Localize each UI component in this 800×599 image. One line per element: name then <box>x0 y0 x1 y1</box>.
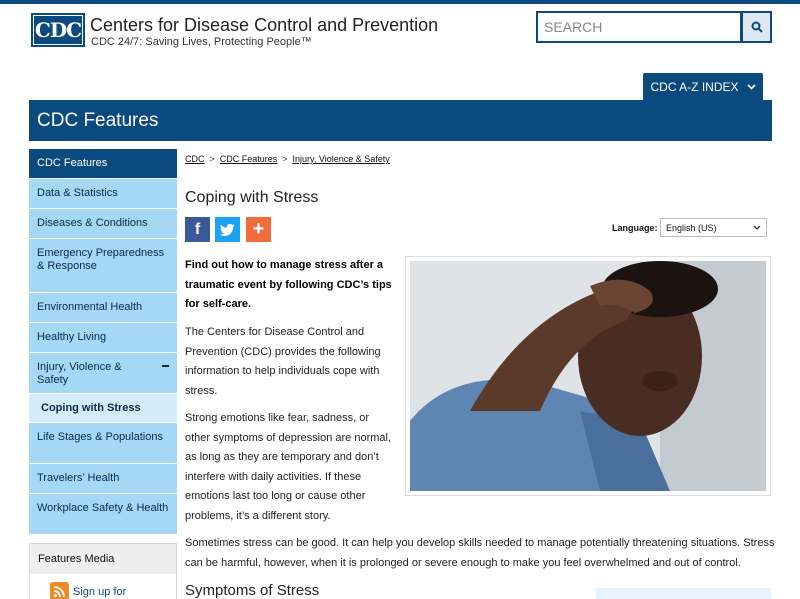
sidebar-item-label: Environmental Health <box>37 301 143 313</box>
sidebar-item-label: Healthy Living <box>37 331 107 343</box>
breadcrumb-cdc-features[interactable]: CDC Features <box>220 154 278 164</box>
rss-icon <box>50 582 69 599</box>
sidebar-item-injury-violence-safety[interactable]: Injury, Violence & Safety <box>29 353 177 394</box>
agency-name[interactable]: Centers for Disease Control and Preventi… <box>90 15 438 36</box>
chevron-down-icon <box>753 225 761 230</box>
article-image <box>405 256 771 496</box>
article-lead: Find out how to manage stress after a tr… <box>185 259 392 311</box>
sidebar-item-label: Emergency Preparedness & Response <box>37 247 165 272</box>
rss-signup-link[interactable]: Sign up for <box>30 574 176 599</box>
breadcrumb-cdc[interactable]: CDC <box>185 154 205 164</box>
sidebar-item-coping-with-stress[interactable]: Coping with Stress <box>29 394 177 423</box>
facebook-share-button[interactable]: f <box>185 217 210 242</box>
language-value: English (US) <box>666 222 717 233</box>
az-index-button[interactable]: CDC A-Z INDEX <box>643 73 763 100</box>
breadcrumb-separator: > <box>282 154 288 164</box>
breadcrumb: CDC > CDC Features > Injury, Violence & … <box>185 154 390 164</box>
sidebar-item-label: CDC Features <box>37 157 108 169</box>
info-box <box>596 588 771 599</box>
sidebar-item-label: Life Stages & Populations <box>37 431 163 443</box>
search-button[interactable] <box>741 11 772 43</box>
section-banner: CDC Features <box>29 100 772 141</box>
article-paragraph: The Centers for Disease Control and Prev… <box>185 326 381 397</box>
plus-icon: + <box>252 218 265 240</box>
sidebar-item-label: Travelers’ Health <box>37 472 120 484</box>
article-paragraph: Sometimes stress can be good. It can hel… <box>185 537 775 569</box>
breadcrumb-separator: > <box>209 154 215 164</box>
sidebar-item-workplace-safety[interactable]: Workplace Safety & Health <box>29 494 177 535</box>
sidebar-item-label: Data & Statistics <box>37 187 118 199</box>
collapse-icon[interactable] <box>162 365 169 367</box>
section-heading: Symptoms of Stress <box>185 582 320 599</box>
sidebar-item-diseases-conditions[interactable]: Diseases & Conditions <box>29 209 177 239</box>
chevron-down-icon <box>746 83 756 90</box>
article-paragraph: Strong emotions like fear, sadness, or o… <box>185 412 392 522</box>
language-label: Language: <box>612 223 658 233</box>
cdc-logo[interactable]: CDC <box>31 13 85 47</box>
sidebar-item-label: Diseases & Conditions <box>37 217 148 229</box>
sidebar-item-emergency-preparedness[interactable]: Emergency Preparedness & Response <box>29 239 177 293</box>
sidebar-item-travelers-health[interactable]: Travelers’ Health <box>29 464 177 494</box>
page-title: Coping with Stress <box>185 189 319 206</box>
search-input[interactable] <box>538 13 740 41</box>
language-select[interactable]: English (US) <box>660 218 767 237</box>
sidebar-item-label: Workplace Safety & Health <box>37 502 169 514</box>
sidebar-item-cdc-features[interactable]: CDC Features <box>29 149 177 179</box>
sidebar-item-label: Coping with Stress <box>41 402 141 414</box>
search-field[interactable] <box>536 11 742 43</box>
rss-signup-label: Sign up for <box>73 585 127 598</box>
cdc-logo-text: CDC <box>34 16 82 44</box>
sidebar-nav: CDC Features Data & Statistics Diseases … <box>29 149 177 599</box>
breadcrumb-injury-violence-safety[interactable]: Injury, Violence & Safety <box>293 154 390 164</box>
facebook-icon: f <box>194 220 201 238</box>
sidebar-item-environmental-health[interactable]: Environmental Health <box>29 293 177 323</box>
az-index-label: CDC A-Z INDEX <box>650 79 739 94</box>
twitter-icon <box>220 223 235 236</box>
agency-tagline: CDC 24/7: Saving Lives, Protecting Peopl… <box>91 36 312 48</box>
features-media-box: Features Media Sign up for <box>29 543 177 599</box>
top-accent-bar <box>0 0 800 4</box>
sidebar-item-healthy-living[interactable]: Healthy Living <box>29 323 177 353</box>
features-media-title: Features Media <box>30 544 176 574</box>
search-icon <box>751 21 763 33</box>
banner-title: CDC Features <box>37 110 159 131</box>
sidebar-item-life-stages[interactable]: Life Stages & Populations <box>29 423 177 464</box>
sidebar-item-label: Injury, Violence & Safety <box>37 361 122 386</box>
stressed-man-photo <box>410 261 766 491</box>
sidebar-item-data-statistics[interactable]: Data & Statistics <box>29 179 177 209</box>
twitter-share-button[interactable] <box>215 217 240 242</box>
more-share-button[interactable]: + <box>246 217 271 242</box>
